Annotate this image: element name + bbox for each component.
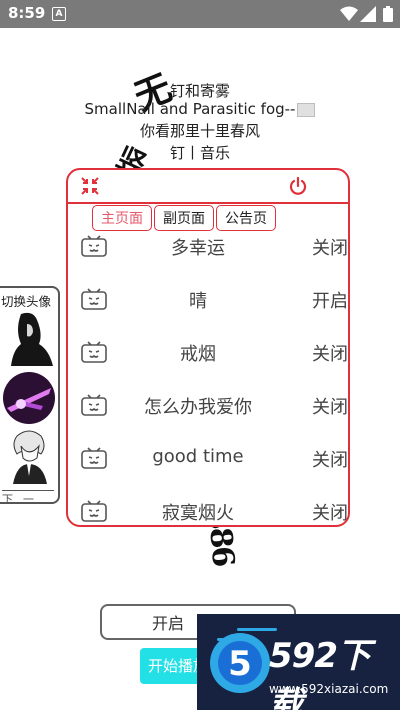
avatar-panel: 切换头像 下一页: [0, 286, 60, 504]
battery-icon: [383, 6, 393, 22]
bilibili-tv-icon: [81, 500, 107, 522]
panel-title-bar: [68, 170, 348, 204]
song-name: 晴: [189, 291, 207, 312]
wifi-icon: [340, 6, 358, 21]
song-name: 怎么办我爱你: [144, 397, 252, 418]
song-row[interactable]: 晴 开启: [68, 281, 348, 334]
song-title: 钉和寄雾: [169, 82, 230, 100]
status-time: 8:59: [8, 4, 46, 22]
song-name: 戒烟: [180, 344, 216, 365]
power-icon[interactable]: [288, 176, 308, 196]
bilibili-tv-icon: [81, 341, 107, 363]
avatar-option[interactable]: [3, 370, 55, 426]
watermark-logo-text: 5: [228, 644, 252, 684]
bilibili-tv-icon: [81, 288, 107, 310]
avatar-option[interactable]: [3, 310, 55, 366]
song-toggle[interactable]: 关闭: [312, 446, 348, 472]
song-list: 多幸运 关闭 晴 开启 戒烟 关闭 怎么办我爱你 关闭 good time 关闭…: [68, 228, 348, 525]
song-row[interactable]: 戒烟 关闭: [68, 334, 348, 387]
app-tag: 钉丨音乐: [169, 144, 230, 162]
song-name: good time: [152, 446, 244, 467]
watermark-logo-icon: 5: [210, 633, 270, 693]
song-row[interactable]: 多幸运 关闭: [68, 228, 348, 281]
site-watermark: 5 592下载 www.592xiazai.com: [197, 614, 400, 710]
song-toggle[interactable]: 关闭: [312, 393, 348, 419]
broken-image-icon: [297, 102, 316, 117]
signal-icon: [360, 6, 376, 22]
avatar-option[interactable]: [3, 428, 55, 484]
watermark-title: 592下载: [269, 636, 371, 710]
music-panel: 主页面 副页面 公告页 多幸运 关闭 晴 开启 戒烟 关闭 怎么办我爱你 关闭 …: [66, 168, 350, 527]
song-row[interactable]: 寂寞烟火 关闭: [68, 493, 348, 525]
song-toggle[interactable]: 关闭: [312, 499, 348, 525]
song-row[interactable]: 怎么办我爱你 关闭: [68, 387, 348, 440]
song-subtitle: SmallNail and Parasitic fog--: [84, 100, 296, 118]
notification-icon: A: [52, 7, 66, 21]
watermark-url: www.592xiazai.com: [269, 682, 389, 696]
song-toggle[interactable]: 开启: [312, 287, 348, 313]
bilibili-tv-icon: [81, 447, 107, 469]
song-poem: 你看那里十里春风: [139, 122, 260, 140]
shrink-icon[interactable]: [80, 176, 100, 196]
avatar-panel-title: 切换头像: [1, 294, 52, 309]
song-name: 寂寞烟火: [162, 503, 234, 524]
bilibili-tv-icon: [81, 394, 107, 416]
start-play-button[interactable]: 开始播放: [140, 648, 200, 684]
song-toggle[interactable]: 关闭: [312, 340, 348, 366]
song-subtitle-row: SmallNail and Parasitic fog--: [0, 100, 400, 118]
song-name: 多幸运: [171, 238, 225, 259]
song-row[interactable]: good time 关闭: [68, 440, 348, 493]
bilibili-tv-icon: [81, 235, 107, 257]
status-bar: 8:59 A: [0, 0, 400, 28]
next-page-button[interactable]: 下一页: [2, 490, 54, 502]
song-toggle[interactable]: 关闭: [312, 234, 348, 260]
